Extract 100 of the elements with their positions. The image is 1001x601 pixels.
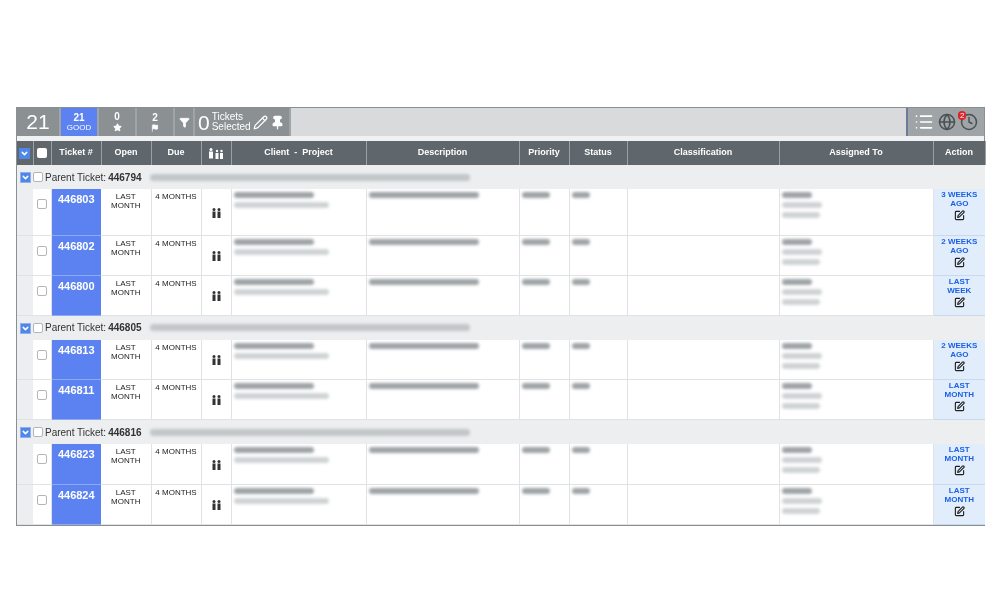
blurred-text <box>781 202 822 208</box>
expand-toggle[interactable] <box>19 172 31 183</box>
edit-icon[interactable] <box>953 401 965 412</box>
blurred-text <box>521 278 550 285</box>
selected-label: Selected <box>211 122 251 132</box>
blurred-text <box>781 238 812 245</box>
expand-all-button[interactable] <box>19 148 31 159</box>
filter-icon <box>178 116 190 128</box>
blurred-text <box>781 352 822 359</box>
checkbox[interactable] <box>36 454 47 464</box>
checkbox[interactable] <box>36 349 47 360</box>
checkbox[interactable] <box>36 245 47 256</box>
edit-icon[interactable] <box>953 256 965 268</box>
ticket-number[interactable]: 446803 <box>51 189 101 235</box>
blurred-text <box>571 192 590 198</box>
blurred-text <box>521 192 550 198</box>
blurred-text <box>571 238 590 245</box>
blurred-text <box>571 447 590 453</box>
alert-badge: 2 <box>958 111 967 120</box>
blurred-text <box>781 447 812 453</box>
counter-button[interactable]: 21 GOOD <box>61 108 97 136</box>
counter-button[interactable]: 0 <box>99 108 135 136</box>
open-date: LAST MONTH <box>101 379 151 420</box>
ticket-number[interactable]: 446802 <box>51 235 101 275</box>
blurred-text <box>521 238 550 245</box>
blurred-text <box>521 383 550 389</box>
filter-button[interactable] <box>175 108 193 136</box>
select-all-checkbox[interactable] <box>37 148 47 158</box>
checkbox[interactable] <box>33 427 43 437</box>
ticket-number[interactable]: 446800 <box>51 275 101 315</box>
due-date: 4 MONTHS <box>151 235 201 275</box>
globe-icon[interactable] <box>938 113 956 131</box>
ticket-number[interactable]: 446824 <box>51 484 101 524</box>
parent-ticket-id[interactable]: 446805 <box>108 320 142 335</box>
total-count: 21 <box>26 109 50 136</box>
selected-count: 0 <box>198 111 210 133</box>
blurred-text <box>781 212 820 218</box>
star-icon <box>112 123 122 132</box>
blurred-text <box>571 278 590 285</box>
open-date: LAST MONTH <box>101 235 151 275</box>
blurred-text <box>781 487 812 494</box>
people-icon <box>211 355 221 365</box>
blurred-text <box>521 447 550 453</box>
open-date: LAST MONTH <box>101 189 151 235</box>
open-date: LAST MONTH <box>101 275 151 315</box>
blurred-text <box>781 342 812 349</box>
due-date: 4 MONTHS <box>151 339 201 380</box>
due-date: 4 MONTHS <box>151 379 201 420</box>
clock-icon[interactable] <box>960 113 978 131</box>
blurred-text <box>781 383 812 389</box>
people-icon <box>211 290 221 301</box>
blurred-text <box>781 248 822 255</box>
checkbox[interactable] <box>36 390 47 400</box>
ticket-number[interactable]: 446811 <box>51 379 101 420</box>
blurred-text <box>781 362 820 369</box>
open-date: LAST MONTH <box>101 444 151 484</box>
blurred-text <box>781 288 822 295</box>
ticket-number[interactable]: 446823 <box>51 444 101 484</box>
blurred-text <box>571 383 590 389</box>
edit-icon[interactable] <box>953 360 965 372</box>
counter-button[interactable]: 2 <box>137 108 173 136</box>
parent-ticket-label: Parent Ticket: <box>45 321 107 335</box>
checkbox[interactable] <box>36 199 47 209</box>
ticket-number[interactable]: 446813 <box>51 339 101 380</box>
parent-ticket-id[interactable]: 446816 <box>108 424 142 440</box>
open-date: LAST MONTH <box>101 484 151 524</box>
edit-icon[interactable] <box>953 210 965 221</box>
people-icon <box>211 395 221 406</box>
checkbox[interactable] <box>36 285 47 296</box>
edit-icon[interactable] <box>953 505 965 517</box>
due-date: 4 MONTHS <box>151 189 201 235</box>
parent-ticket-id[interactable]: 446794 <box>108 169 142 185</box>
selected-label: Tickets <box>211 112 244 122</box>
open-date: LAST MONTH <box>101 339 151 380</box>
people-icon <box>211 459 221 470</box>
blurred-text <box>781 497 822 504</box>
blurred-text <box>781 258 820 265</box>
checkbox[interactable] <box>36 494 47 505</box>
blurred-text <box>781 298 820 305</box>
edit-icon[interactable] <box>953 296 965 308</box>
blurred-text <box>781 467 820 473</box>
blurred-text <box>521 487 550 494</box>
expand-toggle[interactable] <box>19 427 31 438</box>
people-icon <box>211 250 221 261</box>
blurred-text <box>571 487 590 494</box>
pin-icon[interactable] <box>269 114 285 130</box>
blurred-text <box>781 192 812 198</box>
checkbox[interactable] <box>33 172 43 182</box>
blurred-text <box>781 403 820 409</box>
due-date: 4 MONTHS <box>151 444 201 484</box>
expand-toggle[interactable] <box>19 322 31 334</box>
due-date: 4 MONTHS <box>151 275 201 315</box>
blurred-text <box>781 507 820 514</box>
checkbox[interactable] <box>33 322 43 333</box>
due-date: 4 MONTHS <box>151 484 201 524</box>
pencil-icon[interactable] <box>252 114 268 130</box>
people-icon <box>211 499 221 510</box>
blurred-text <box>781 457 822 463</box>
list-view-icon[interactable] <box>914 112 934 132</box>
edit-icon[interactable] <box>953 465 965 476</box>
